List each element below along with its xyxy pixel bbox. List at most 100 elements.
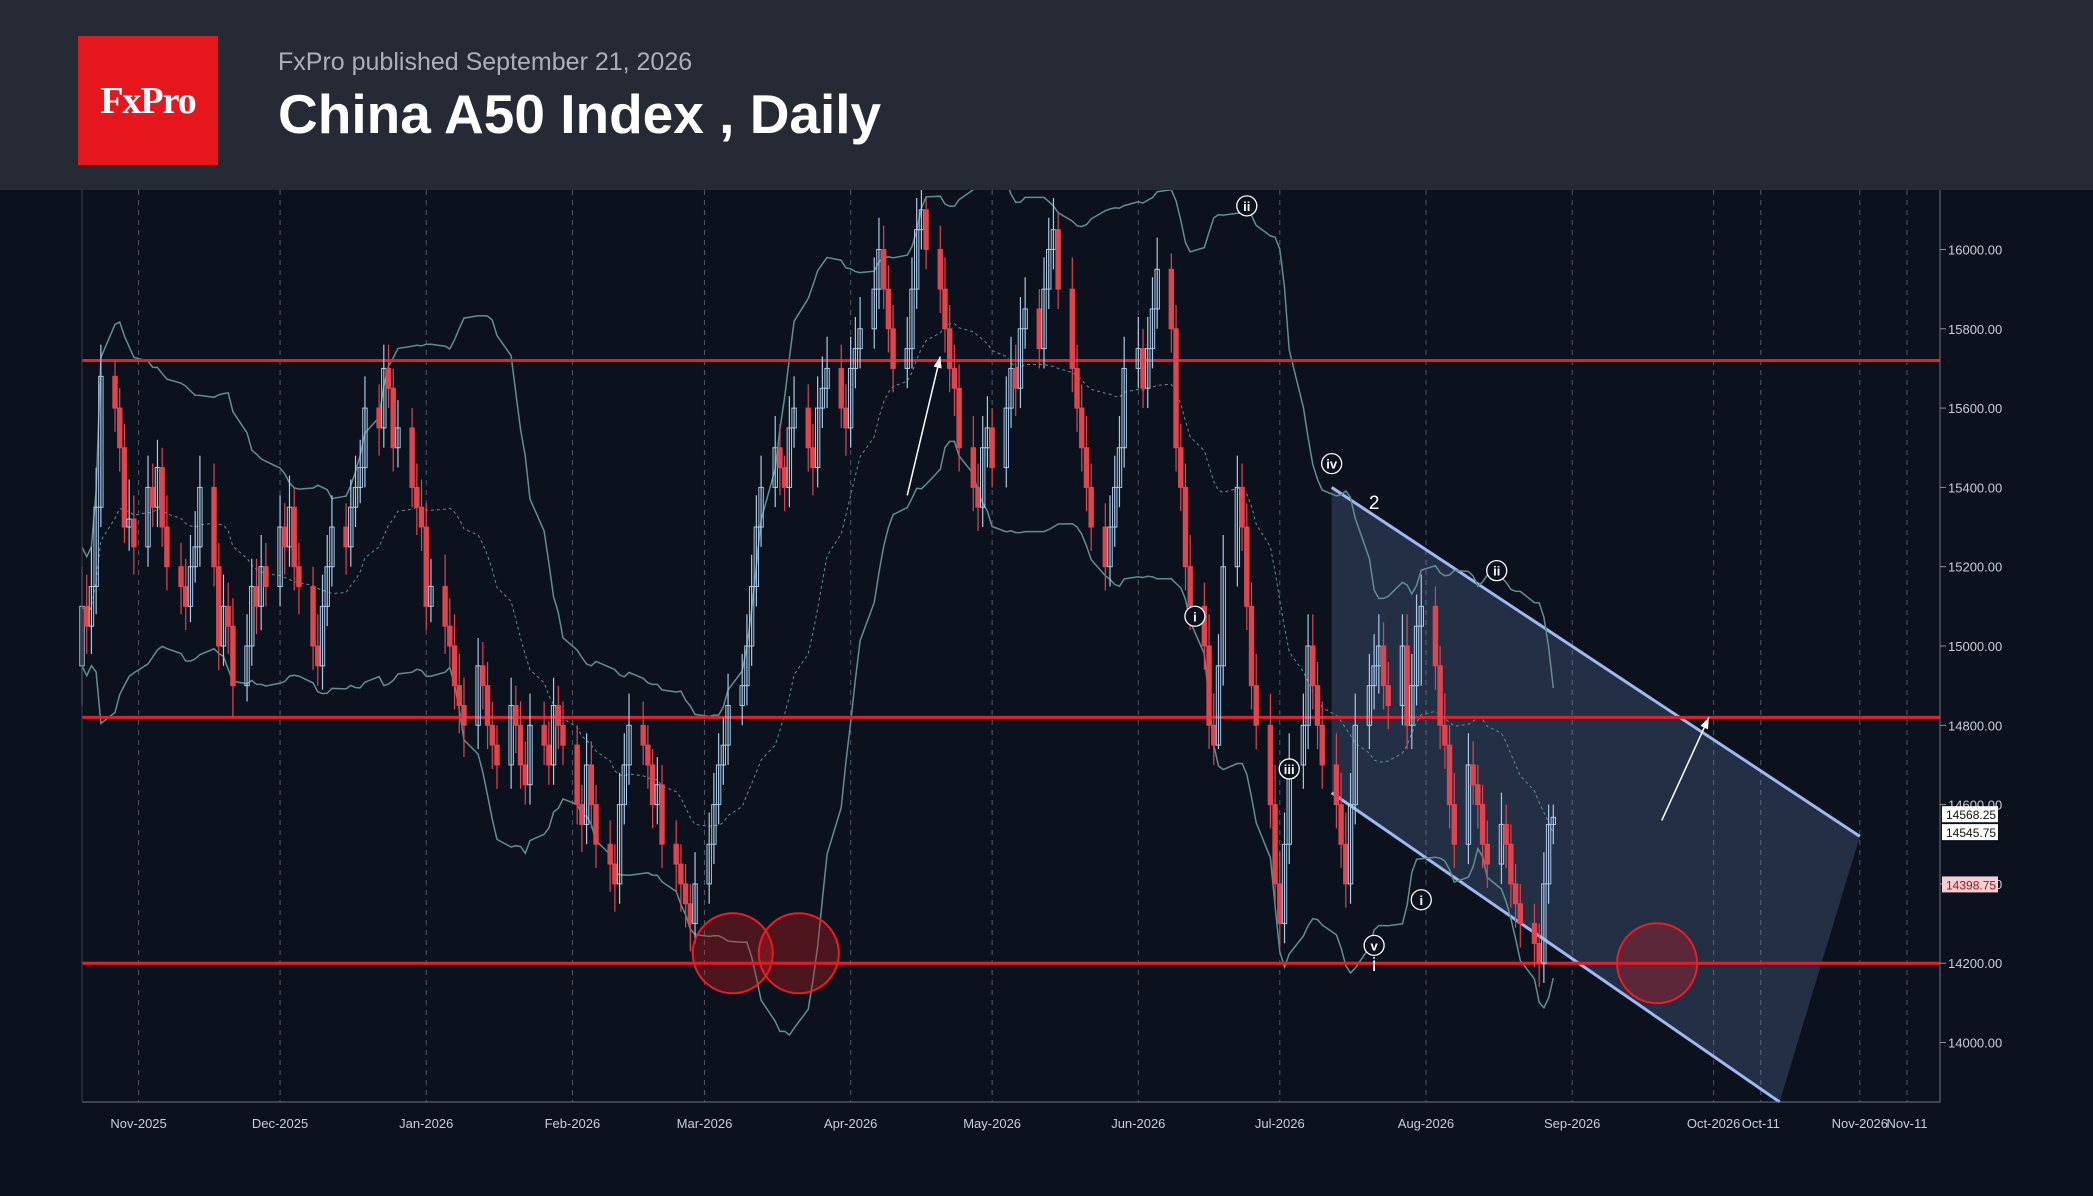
candle-body xyxy=(649,764,656,806)
candle-body xyxy=(230,625,236,687)
candle-body xyxy=(678,863,684,885)
candle-body xyxy=(546,744,552,766)
candle-body xyxy=(447,625,453,647)
candle-body xyxy=(216,566,222,647)
candle-body xyxy=(560,724,566,746)
candle-body xyxy=(937,248,943,290)
candle-body xyxy=(517,724,524,766)
candle-body xyxy=(150,486,156,508)
price-chart: iiiiiiivviii2i Nov-2025 Dec-2025 Jan-2026 F… xyxy=(79,190,2002,1131)
candle-body xyxy=(810,447,816,469)
candle-body xyxy=(1442,724,1448,746)
candle-body xyxy=(112,375,118,409)
x-tick-label: Apr-2026 xyxy=(824,1116,877,1131)
candle-body xyxy=(777,447,783,469)
candle-body xyxy=(418,506,425,528)
candle-body xyxy=(385,367,392,389)
candle-body xyxy=(291,506,297,568)
candle-body xyxy=(1244,526,1250,607)
candle-body xyxy=(315,645,321,667)
x-tick-label: Oct-11 xyxy=(1742,1116,1780,1131)
y-tick-label: 15200.00 xyxy=(1948,560,2002,575)
x-tick-label: Nov-2026 xyxy=(1832,1116,1888,1131)
candle-body xyxy=(645,744,651,766)
candle-body xyxy=(781,467,788,488)
y-tick-label: 14200.00 xyxy=(1948,956,2002,971)
candle-body xyxy=(522,764,528,786)
candle-body xyxy=(885,288,892,330)
candle-body xyxy=(390,387,396,449)
candle-body xyxy=(282,526,288,548)
candle-body xyxy=(805,407,811,449)
candle-body xyxy=(513,704,519,726)
candle-body xyxy=(1173,328,1179,449)
candle-body xyxy=(1036,308,1042,350)
candle-body xyxy=(117,407,123,449)
candle-body xyxy=(1333,764,1340,806)
price-label: 14568.25 xyxy=(1946,808,1996,822)
candle-body xyxy=(1168,268,1175,330)
wave-label: iv xyxy=(1326,457,1338,472)
candle-body xyxy=(970,447,976,488)
candle-body xyxy=(1451,804,1457,845)
y-tick-label: 15000.00 xyxy=(1948,639,2002,654)
wave-label: i xyxy=(1193,609,1197,624)
candle-body xyxy=(461,704,467,726)
wave-label: iii xyxy=(1284,762,1295,777)
arrow-head xyxy=(1700,717,1709,730)
wave-label: ii xyxy=(1243,199,1250,214)
candle-body xyxy=(456,685,462,706)
candle-body xyxy=(1277,883,1283,925)
wave-label: v xyxy=(1370,938,1378,953)
candle-body xyxy=(1432,605,1439,667)
candle-body xyxy=(1531,923,1538,944)
y-tick-label: 15400.00 xyxy=(1948,480,2002,495)
candle-body xyxy=(1211,724,1217,746)
candle-body xyxy=(1013,367,1019,389)
y-tick-label: 15600.00 xyxy=(1948,401,2002,416)
candle-body xyxy=(1272,804,1278,885)
arrow-head xyxy=(933,356,942,369)
candle-body xyxy=(1178,447,1184,488)
candle-body xyxy=(890,328,896,369)
candle-body xyxy=(1088,486,1094,528)
candle-body xyxy=(1446,744,1453,806)
wave-number-label: 2 xyxy=(1369,493,1380,514)
candle-body xyxy=(225,605,231,627)
candle-body xyxy=(942,288,948,330)
chart-header: FxPro FxPro published September 21, 2026… xyxy=(0,0,2093,190)
candle-body xyxy=(253,586,260,607)
candle-body xyxy=(84,605,90,627)
candle-body xyxy=(442,586,448,627)
candle-body xyxy=(1140,348,1146,389)
candle-body xyxy=(310,586,316,647)
candle-body xyxy=(489,724,495,746)
candle-body xyxy=(343,526,349,548)
candle-body xyxy=(480,665,486,687)
candle-body xyxy=(1319,724,1325,766)
candle-body xyxy=(975,486,981,508)
candle-body xyxy=(296,566,302,588)
candle-body xyxy=(1385,685,1391,706)
candle-body xyxy=(946,328,953,369)
candle-body xyxy=(673,843,679,865)
candle-body xyxy=(131,518,137,548)
candle-body xyxy=(1338,804,1344,845)
y-tick-label: 14800.00 xyxy=(1948,718,2002,733)
highlight-circle xyxy=(1616,922,1699,1005)
candle-body xyxy=(164,526,170,568)
candle-body xyxy=(1239,486,1245,528)
price-label: 14398.75 xyxy=(1946,878,1996,892)
candle-body xyxy=(376,407,382,429)
candle-body xyxy=(494,744,500,766)
fxpro-logo: FxPro xyxy=(78,36,218,165)
candle-body xyxy=(451,645,458,687)
candle-body xyxy=(659,784,665,845)
chart-title: China A50 Index , Daily xyxy=(278,83,882,145)
x-tick-label: Nov-11 xyxy=(1887,1116,1928,1131)
candle-body xyxy=(159,467,165,528)
candle-body xyxy=(121,447,128,528)
candle-body xyxy=(682,883,689,905)
candle-body xyxy=(612,863,618,885)
candle-body xyxy=(263,566,269,588)
